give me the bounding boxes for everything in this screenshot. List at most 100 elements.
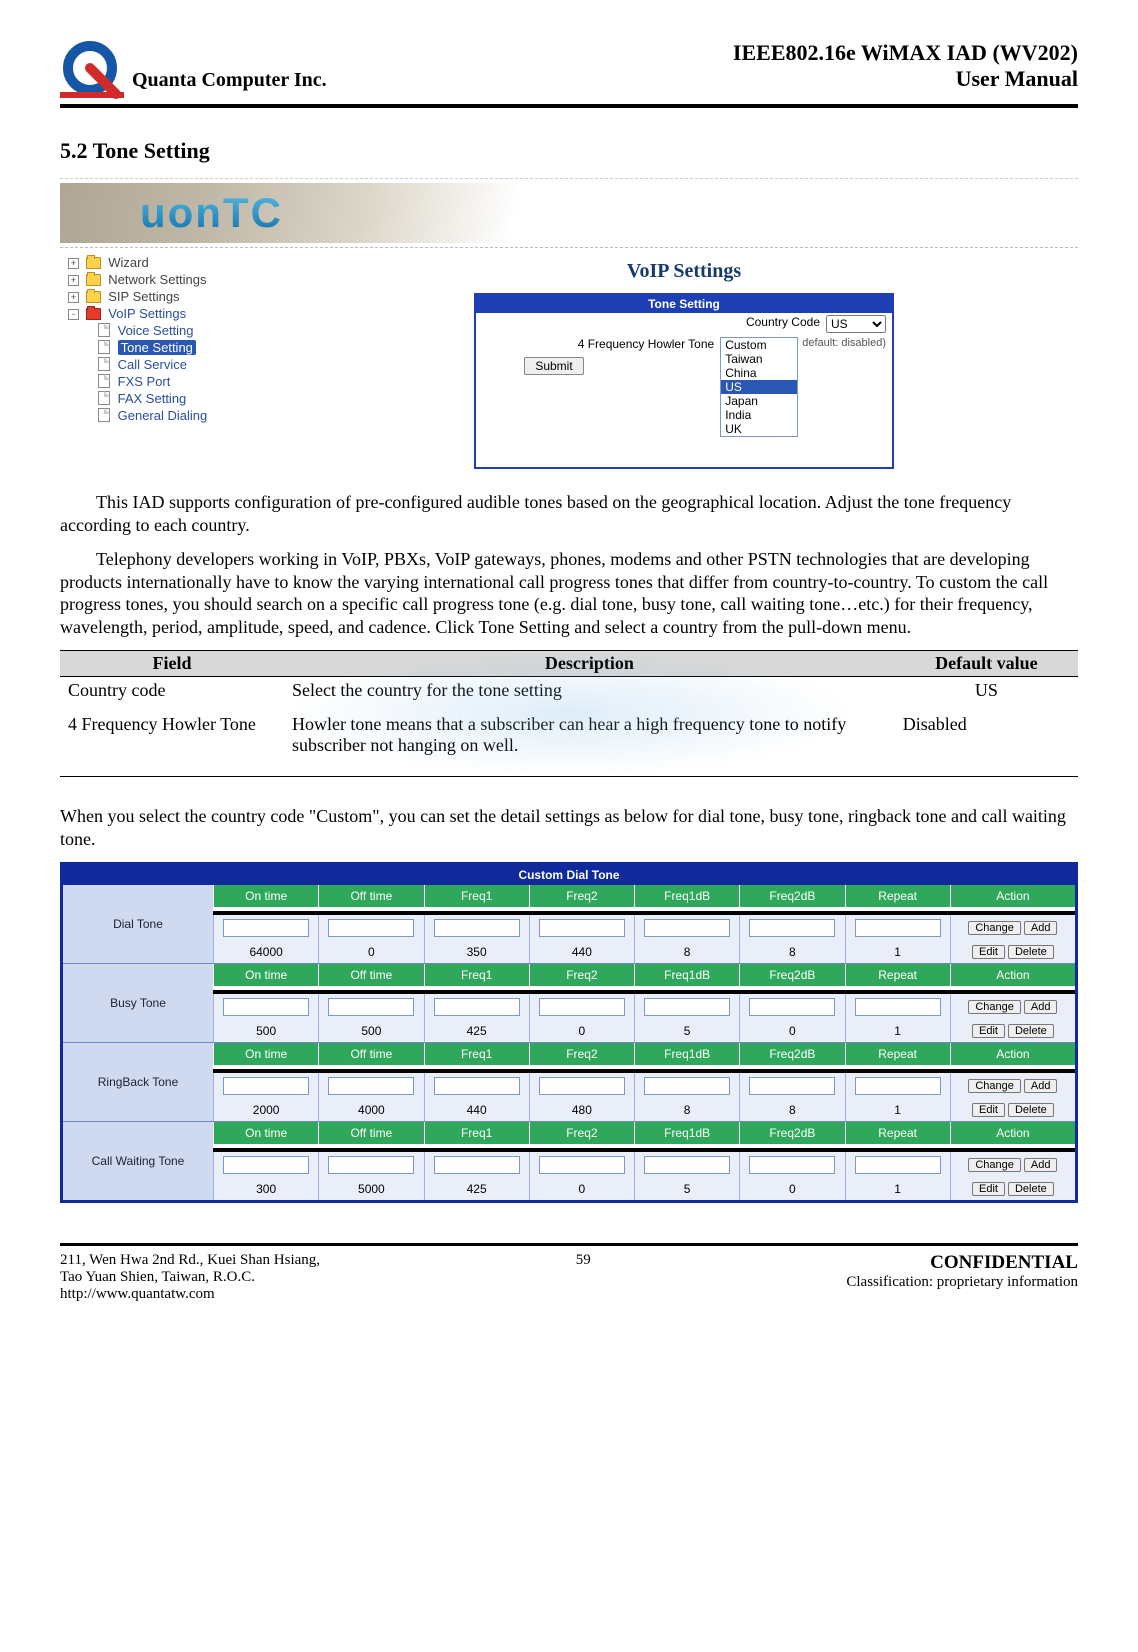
cdt-input[interactable] xyxy=(855,919,941,937)
cdt-input[interactable] xyxy=(223,919,309,937)
cdt-input[interactable] xyxy=(434,1156,520,1174)
page-icon xyxy=(98,408,110,422)
list-option[interactable]: UK xyxy=(721,422,797,436)
cdt-value-cell: 64000 xyxy=(213,941,318,963)
list-option-selected[interactable]: US xyxy=(721,380,797,394)
expand-icon[interactable]: + xyxy=(68,292,79,303)
add-button[interactable]: Add xyxy=(1024,1158,1058,1172)
cdt-input[interactable] xyxy=(539,1077,625,1095)
edit-button[interactable]: Edit xyxy=(972,1182,1005,1196)
country-code-select[interactable]: US xyxy=(826,315,886,333)
cdt-input[interactable] xyxy=(749,1156,835,1174)
list-option[interactable]: Custom xyxy=(721,338,797,352)
cdt-input-cell xyxy=(213,915,318,941)
delete-button[interactable]: Delete xyxy=(1008,1024,1054,1038)
collapse-icon[interactable]: - xyxy=(68,309,79,320)
nav-item-fax-setting[interactable]: FAX Setting xyxy=(64,390,286,407)
change-button[interactable]: Change xyxy=(968,1000,1021,1014)
expand-icon[interactable]: + xyxy=(68,275,79,286)
nav-item-voice-setting[interactable]: Voice Setting xyxy=(64,322,286,339)
cdt-input[interactable] xyxy=(749,919,835,937)
nav-item-general-dialing[interactable]: General Dialing xyxy=(64,407,286,424)
change-button[interactable]: Change xyxy=(968,1079,1021,1093)
delete-button[interactable]: Delete xyxy=(1008,1103,1054,1117)
nav-item-tone-setting[interactable]: Tone Setting xyxy=(64,339,286,356)
howler-listbox[interactable]: Custom Taiwan China US Japan India UK xyxy=(720,337,798,437)
cdt-input-cell xyxy=(634,1073,739,1099)
list-option[interactable]: China xyxy=(721,366,797,380)
paragraph-3: When you select the country code "Custom… xyxy=(60,805,1078,850)
cdt-input[interactable] xyxy=(223,1077,309,1095)
cdt-input[interactable] xyxy=(328,1156,414,1174)
cdt-col-header: Freq1dB xyxy=(634,1043,739,1065)
voip-settings-title: VoIP Settings xyxy=(296,260,1072,283)
cdt-input[interactable] xyxy=(749,1077,835,1095)
quanta-logo xyxy=(60,40,124,100)
list-option[interactable]: India xyxy=(721,408,797,422)
cdt-input[interactable] xyxy=(539,1156,625,1174)
list-option[interactable]: Japan xyxy=(721,394,797,408)
cdt-col-header: Freq1 xyxy=(424,964,529,986)
cdt-input[interactable] xyxy=(855,1156,941,1174)
nav-label: Call Service xyxy=(118,357,187,372)
submit-button[interactable]: Submit xyxy=(524,357,583,375)
change-button[interactable]: Change xyxy=(968,1158,1021,1172)
cdt-action-cell: ChangeAdd xyxy=(950,1073,1075,1099)
cdt-input[interactable] xyxy=(328,998,414,1016)
banner-logo-text: uonTC xyxy=(140,189,283,237)
nav-item-fxs-port[interactable]: FXS Port xyxy=(64,373,286,390)
add-button[interactable]: Add xyxy=(1024,1000,1058,1014)
nav-item-wizard[interactable]: + Wizard xyxy=(64,254,286,271)
cdt-input-cell xyxy=(318,994,423,1020)
cdt-input-cell xyxy=(529,915,634,941)
add-button[interactable]: Add xyxy=(1024,1079,1058,1093)
nav-item-sip[interactable]: + SIP Settings xyxy=(64,288,286,305)
classification-label: Classification: proprietary information xyxy=(846,1274,1078,1291)
document-header: Quanta Computer Inc. IEEE802.16e WiMAX I… xyxy=(60,40,1078,108)
cdt-input[interactable] xyxy=(328,1077,414,1095)
cdt-input[interactable] xyxy=(749,998,835,1016)
folder-icon xyxy=(86,274,101,286)
cdt-input-cell xyxy=(634,994,739,1020)
cdt-value-cell: 480 xyxy=(529,1099,634,1121)
cdt-input[interactable] xyxy=(644,998,730,1016)
cdt-input[interactable] xyxy=(434,919,520,937)
nav-item-network[interactable]: + Network Settings xyxy=(64,271,286,288)
edit-button[interactable]: Edit xyxy=(972,1103,1005,1117)
delete-button[interactable]: Delete xyxy=(1008,1182,1054,1196)
cdt-input[interactable] xyxy=(434,1077,520,1095)
cdt-input[interactable] xyxy=(855,1077,941,1095)
cdt-input[interactable] xyxy=(434,998,520,1016)
cdt-input[interactable] xyxy=(539,919,625,937)
howler-label: 4 Frequency Howler Tone xyxy=(482,337,720,351)
cdt-input[interactable] xyxy=(644,1156,730,1174)
edit-button[interactable]: Edit xyxy=(972,945,1005,959)
cdt-input[interactable] xyxy=(328,919,414,937)
cdt-input[interactable] xyxy=(644,919,730,937)
cdt-block: Call Waiting ToneOn timeOff timeFreq1Fre… xyxy=(63,1121,1075,1200)
change-button[interactable]: Change xyxy=(968,921,1021,935)
doc-title-line2: User Manual xyxy=(733,66,1078,92)
cdt-input-cell xyxy=(424,1073,529,1099)
nav-item-call-service[interactable]: Call Service xyxy=(64,356,286,373)
footer-address-2: Tao Yuan Shien, Taiwan, R.O.C. xyxy=(60,1269,320,1286)
cdt-input[interactable] xyxy=(644,1077,730,1095)
cdt-input[interactable] xyxy=(539,998,625,1016)
nav-label: Voice Setting xyxy=(118,323,194,338)
list-option[interactable]: Taiwan xyxy=(721,352,797,366)
cdt-input[interactable] xyxy=(223,1156,309,1174)
delete-button[interactable]: Delete xyxy=(1008,945,1054,959)
cdt-input[interactable] xyxy=(223,998,309,1016)
nav-item-voip[interactable]: - VoIP Settings xyxy=(64,305,286,322)
screenshot-panel: uonTC + Wizard + Network Settings + S xyxy=(60,178,1078,479)
expand-icon[interactable]: + xyxy=(68,258,79,269)
cdt-col-header: Off time xyxy=(318,885,423,907)
cdt-input[interactable] xyxy=(855,998,941,1016)
cdt-value-cell: 8 xyxy=(634,941,739,963)
edit-button[interactable]: Edit xyxy=(972,1024,1005,1038)
nav-label: VoIP Settings xyxy=(108,306,186,321)
nav-label: Network Settings xyxy=(108,272,206,287)
add-button[interactable]: Add xyxy=(1024,921,1058,935)
page-icon xyxy=(98,340,110,354)
cdt-col-header: Off time xyxy=(318,1122,423,1144)
